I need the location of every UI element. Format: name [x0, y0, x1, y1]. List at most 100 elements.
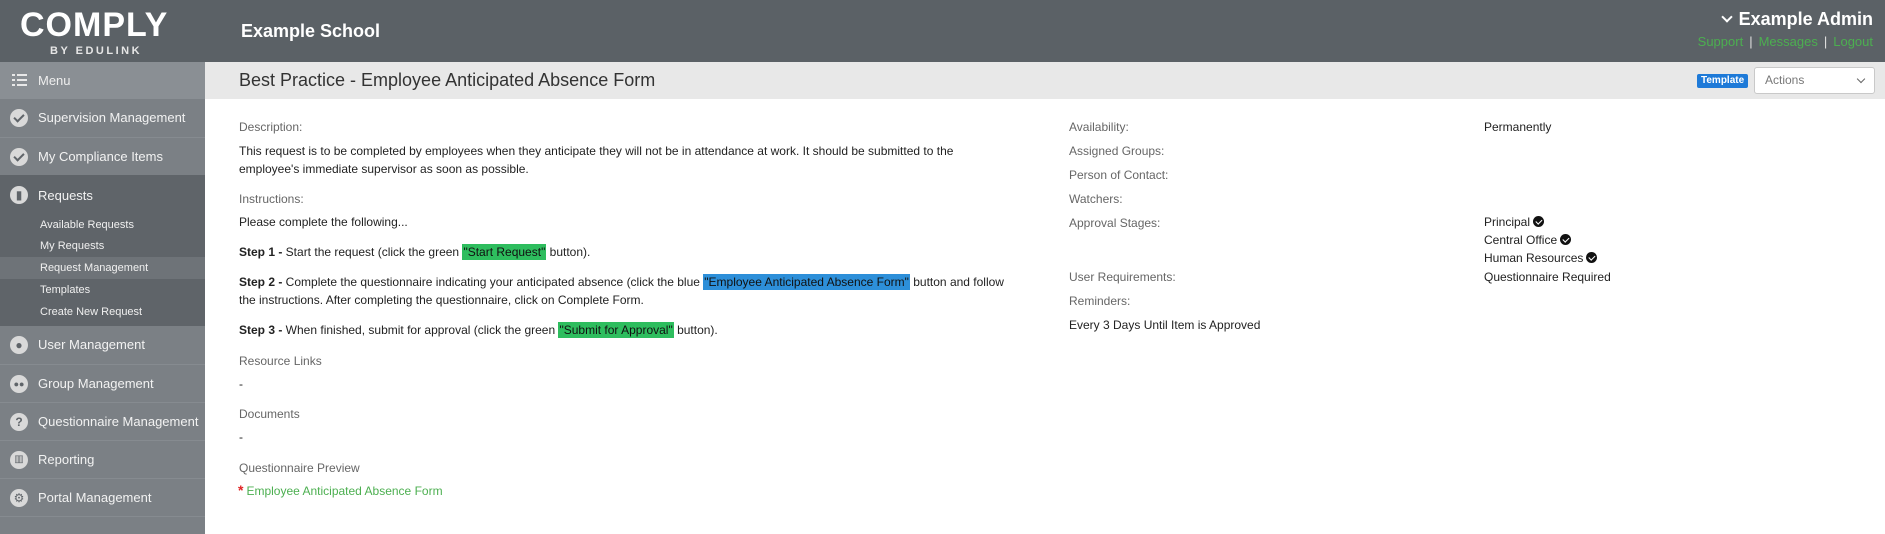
sidebar-item-my-compliance-items[interactable]: My Compliance Items — [0, 137, 205, 175]
check-circle-icon — [10, 148, 28, 166]
sidebar-item-label: Supervision Management — [38, 110, 186, 125]
assigned-groups-label: Assigned Groups: — [1069, 144, 1165, 158]
check-circle-icon — [1533, 216, 1545, 227]
logout-link[interactable]: Logout — [1833, 34, 1873, 49]
step-text: When finished, submit for approval (clic… — [282, 323, 559, 337]
template-badge: Template — [1697, 74, 1749, 88]
step-text: button). — [673, 323, 718, 337]
documents-label: Documents — [239, 407, 300, 421]
instruction-step-2-continued: the instructions. After completing the q… — [239, 293, 644, 307]
submit-approval-highlight: "Submit for Approval" — [558, 322, 674, 338]
link-separator: | — [1749, 34, 1753, 49]
reminders-label: Reminders: — [1069, 294, 1131, 308]
documents-value: - — [239, 430, 243, 444]
menu-label: Menu — [38, 73, 71, 88]
user-icon: ● — [10, 336, 28, 354]
sidebar-item-portal-management[interactable]: ⚙ Portal Management — [0, 478, 205, 516]
submenu-templates[interactable]: Templates — [0, 279, 205, 301]
sidebar-item-label: Portal Management — [38, 490, 152, 505]
step-label: Step 2 - — [239, 275, 283, 289]
instruction-step-2: Step 2 - Complete the questionnaire indi… — [239, 273, 1004, 291]
user-requirements-label: User Requirements: — [1069, 270, 1176, 284]
group-icon: ●● — [10, 375, 28, 393]
sidebar: Menu Supervision Management My Complianc… — [0, 62, 205, 534]
question-icon: ? — [10, 413, 28, 431]
watchers-label: Watchers: — [1069, 192, 1123, 206]
availability-label: Availability: — [1069, 120, 1129, 134]
absence-form-highlight: "Employee Anticipated Absence Form" — [703, 274, 910, 290]
support-link[interactable]: Support — [1698, 34, 1744, 49]
submenu-available-requests[interactable]: Available Requests — [0, 214, 205, 236]
instructions-intro: Please complete the following... — [239, 215, 408, 229]
sidebar-item-label: User Management — [38, 337, 145, 352]
chevron-down-icon — [1720, 10, 1733, 23]
list-menu-icon — [12, 74, 27, 87]
step-text: button). — [546, 245, 591, 259]
page-title: Best Practice - Employee Anticipated Abs… — [239, 70, 656, 90]
sidebar-footer — [0, 516, 205, 534]
sidebar-item-group-management[interactable]: ●● Group Management — [0, 364, 205, 402]
menu-toggle[interactable]: Menu — [0, 62, 205, 99]
submenu-my-requests[interactable]: My Requests — [0, 235, 205, 257]
sidebar-item-label: Questionnaire Management — [38, 414, 199, 429]
check-circle-icon — [10, 109, 28, 127]
sidebar-item-label: Group Management — [38, 376, 154, 391]
description-line-1: This request is to be completed by emplo… — [239, 144, 954, 158]
page-title-bar: Best Practice - Employee Anticipated Abs… — [205, 62, 1885, 99]
reminders-value: Every 3 Days Until Item is Approved — [1069, 318, 1261, 332]
approval-stage-name: Central Office — [1484, 233, 1558, 247]
sidebar-item-reporting[interactable]: ▥ Reporting — [0, 440, 205, 478]
chevron-down-icon — [1856, 74, 1866, 84]
check-circle-icon — [1560, 234, 1572, 245]
sidebar-item-requests[interactable]: ▮ Requests — [0, 176, 205, 214]
instruction-step-3: Step 3 - When finished, submit for appro… — [239, 321, 718, 339]
sidebar-item-label: Reporting — [38, 452, 95, 467]
start-request-highlight: "Start Request" — [462, 244, 547, 260]
instructions-label: Instructions: — [239, 192, 304, 206]
description-label: Description: — [239, 120, 303, 134]
approval-stage-name: Human Resources — [1484, 251, 1584, 265]
top-links: Support | Messages | Logout — [1698, 34, 1873, 49]
sidebar-item-supervision-management[interactable]: Supervision Management — [0, 99, 205, 137]
actions-dropdown[interactable]: Actions — [1754, 67, 1875, 94]
description-line-2: employee's immediate supervisor as soon … — [239, 162, 529, 176]
sidebar-item-label: Requests — [38, 188, 93, 203]
link-separator: | — [1823, 34, 1828, 49]
approval-stage: Principal — [1484, 213, 1545, 231]
submenu-create-new-request[interactable]: Create New Request — [0, 301, 205, 323]
resource-links-label: Resource Links — [239, 354, 322, 368]
chart-icon: ▥ — [10, 451, 28, 469]
logo-subtitle: BY EDULINK — [50, 45, 143, 57]
top-bar: COMPLY BY EDULINK Example School Example… — [0, 0, 1885, 62]
gear-icon: ⚙ — [10, 489, 28, 507]
approval-stages-label: Approval Stages: — [1069, 216, 1161, 230]
requests-submenu: Available Requests My Requests Request M… — [0, 214, 205, 328]
resource-links-value: - — [239, 377, 243, 391]
sidebar-item-questionnaire-management[interactable]: ? Questionnaire Management — [0, 402, 205, 440]
actions-label: Actions — [1765, 73, 1805, 87]
user-requirements-value: Questionnaire Required — [1484, 270, 1611, 284]
step-text: Complete the questionnaire indicating yo… — [282, 275, 704, 289]
person-of-contact-label: Person of Contact: — [1069, 168, 1169, 182]
check-circle-icon — [1586, 252, 1598, 263]
required-asterisk-icon: * — [238, 482, 244, 498]
submenu-request-management[interactable]: Request Management — [0, 257, 205, 279]
step-text: button and follow — [909, 275, 1004, 289]
step-label: Step 1 - — [239, 245, 283, 259]
questionnaire-link-label: Employee Anticipated Absence Form — [246, 484, 443, 498]
instruction-step-1: Step 1 - Start the request (click the gr… — [239, 243, 590, 261]
school-name: Example School — [241, 21, 381, 41]
comply-logo[interactable]: COMPLY BY EDULINK — [20, 5, 180, 57]
admin-menu[interactable]: Example Admin — [1720, 9, 1873, 30]
approval-stage: Human Resources — [1484, 249, 1598, 267]
clipboard-icon: ▮ — [10, 186, 28, 204]
approval-stage: Central Office — [1484, 231, 1572, 249]
sidebar-item-user-management[interactable]: ● User Management — [0, 326, 205, 364]
sidebar-item-label: My Compliance Items — [38, 149, 163, 164]
availability-value: Permanently — [1484, 120, 1552, 134]
approval-stage-name: Principal — [1484, 215, 1531, 229]
questionnaire-preview-link[interactable]: * Employee Anticipated Absence Form — [238, 482, 443, 498]
messages-link[interactable]: Messages — [1759, 34, 1818, 49]
questionnaire-preview-label: Questionnaire Preview — [239, 461, 360, 475]
step-text: Start the request (click the green — [282, 245, 463, 259]
